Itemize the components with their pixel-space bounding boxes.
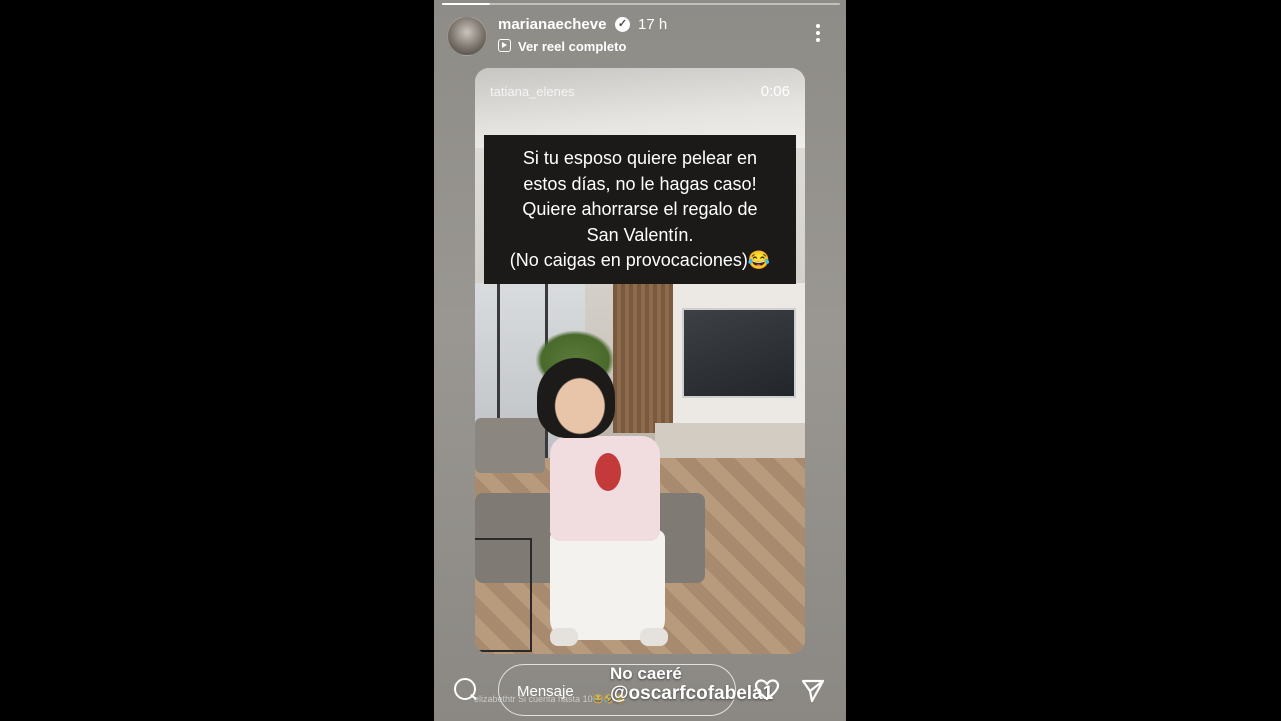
video-watermark: tatiana_elenes xyxy=(490,84,575,99)
story-progress-fill xyxy=(442,3,490,5)
camera-circle-icon[interactable] xyxy=(454,678,476,700)
sticker-line: No caeré xyxy=(610,664,682,683)
heart-icon[interactable] xyxy=(754,679,780,701)
story-progress-bar xyxy=(442,3,840,5)
video-duration: 0:06 xyxy=(760,83,790,100)
username[interactable]: marianaecheve xyxy=(498,16,606,33)
caption-line: Quiere ahorrarse el regalo de xyxy=(522,199,758,219)
mention-sticker[interactable]: No caeré @oscarfcofabela1 xyxy=(610,664,773,704)
more-options-icon[interactable] xyxy=(810,22,826,46)
reply-bar: Mensaje elizabethtr Si cuenta hasta 10😂🤣… xyxy=(434,664,846,721)
background-tv xyxy=(682,308,796,398)
caption-line: Si tu esposo quiere pelear en xyxy=(522,148,758,168)
sticker-handle: @oscarfcofabela1 xyxy=(610,683,774,704)
caption-line: estos días, no le hagas caso! xyxy=(523,173,757,194)
reel-icon xyxy=(498,39,511,52)
post-time: 17 h xyxy=(638,16,668,33)
caption-line: (No caigas en provocaciones)😂 xyxy=(509,250,771,270)
caption-overlay: Si tu esposo quiere pelear en estos días… xyxy=(484,135,796,284)
overlay-comment: elizabethtr Si cuenta hasta 10😂🤣😂 xyxy=(474,694,627,704)
story-media[interactable]: tatiana_elenes 0:06 Si tu esposo quiere … xyxy=(475,68,805,654)
story-viewer: marianaecheve ✓ 17 h Ver reel completo t… xyxy=(434,0,846,721)
caption-line: San Valentín. xyxy=(586,224,694,245)
view-full-reel-link[interactable]: Ver reel completo xyxy=(518,39,626,54)
profile-avatar[interactable] xyxy=(447,16,487,56)
send-icon[interactable] xyxy=(800,678,826,704)
verified-badge-icon: ✓ xyxy=(615,17,630,32)
